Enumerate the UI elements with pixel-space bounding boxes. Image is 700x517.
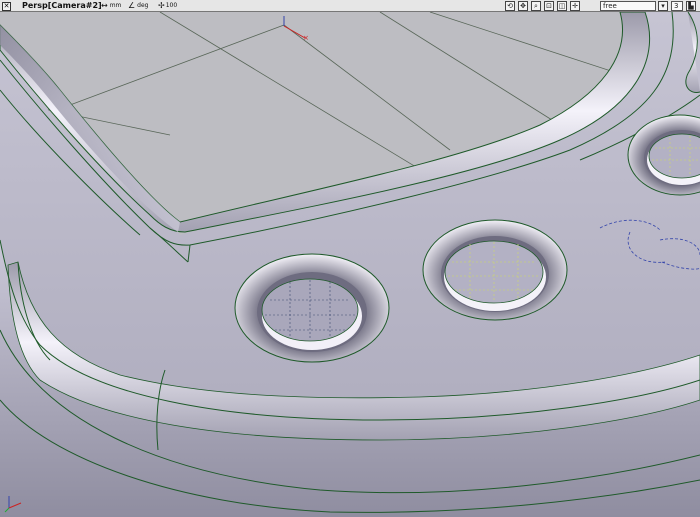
track-icon: ✥ [520,2,526,10]
camera-mode-dropdown[interactable]: ▾ [658,1,668,11]
perspective-viewport[interactable]: × [0,12,700,517]
svg-text:×: × [303,34,309,42]
dolly-button[interactable]: ⌕ [531,1,541,11]
angle-unit-label: deg [137,2,149,9]
zoom-readout[interactable]: ✢ 100 [158,0,177,12]
length-unit-label: mm [109,2,122,9]
tumble-button[interactable]: ⟲ [505,1,515,11]
layout-button[interactable]: ▙ [686,1,696,11]
ruler-icon: ↔ [101,1,108,10]
layout-icon: ▙ [688,2,694,10]
dolly-icon: ⌕ [534,2,538,10]
fit-button[interactable]: ◫ [557,1,567,11]
tumble-icon: ⟲ [507,2,513,10]
angle-icon: ∠ [128,1,136,10]
axis-triad [4,496,22,513]
angle-unit[interactable]: ∠ deg [128,0,148,12]
zoom-icon: ✢ [158,1,165,10]
zoom-box-button[interactable]: ⊡ [544,1,554,11]
value-field[interactable]: 3 [671,1,683,11]
track-button[interactable]: ✥ [518,1,528,11]
countersunk-hole-2 [422,219,568,321]
zoom-value: 100 [165,2,178,9]
zoom-box-icon: ⊡ [546,2,552,10]
chevron-down-icon: ▾ [661,2,665,10]
length-unit[interactable]: ↔ mm [101,0,121,12]
viewport-title-bar: ✕ Persp[Camera#2] ↔ mm ∠ deg ✢ 100 ⟲ ✥ ⌕… [0,0,700,12]
fit-icon: ◫ [558,2,566,10]
move-button[interactable]: ✛ [570,1,580,11]
move-icon: ✛ [572,2,578,10]
countersunk-hole-1 [234,253,390,363]
camera-mode-field[interactable]: free [600,1,656,11]
close-viewport-button[interactable]: ✕ [2,0,11,12]
close-icon: ✕ [2,1,11,11]
view-name[interactable]: Persp[Camera#2] [22,0,102,12]
